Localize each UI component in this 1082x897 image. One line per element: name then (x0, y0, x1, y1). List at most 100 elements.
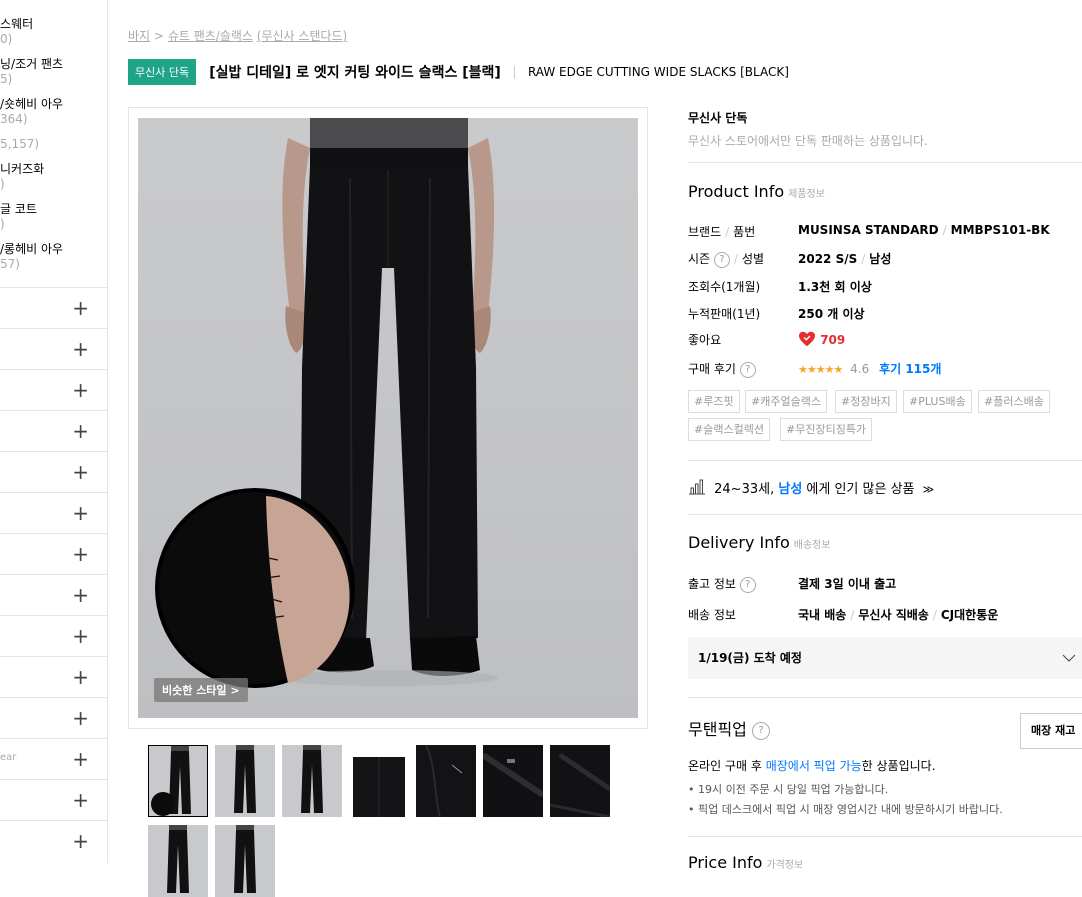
sidebar-category-label: 글 코트 (0, 202, 37, 216)
sidebar-category-unnamed[interactable]: 5,157) (0, 137, 39, 152)
sidebar-collapsed-row[interactable]: + (0, 369, 107, 410)
sidebar-category-sneakers[interactable]: 니커즈화 ) (0, 162, 44, 192)
breadcrumb-link-pants[interactable]: 바지 (128, 29, 150, 43)
hashtag[interactable]: #무진장티징특가 (780, 418, 873, 441)
likes-count: 709 (820, 333, 846, 347)
sidebar-collapsed-row[interactable]: + (0, 287, 107, 328)
plus-icon[interactable]: + (72, 585, 89, 605)
arrival-estimate-dropdown[interactable]: 1/19(금) 도착 예정 (688, 637, 1082, 679)
hashtag[interactable]: #루즈핏 (688, 390, 740, 413)
help-icon[interactable]: ? (713, 251, 730, 268)
plus-icon[interactable]: + (72, 421, 89, 441)
likes-button[interactable]: 709 (798, 331, 845, 347)
breadcrumb-link-slacks[interactable]: 슈트 팬츠/슬랙스 (168, 29, 253, 43)
hashtag[interactable]: #캐주얼슬랙스 (745, 390, 827, 413)
product-info-header: Product Info 제품정보 (688, 182, 825, 201)
store-stock-button[interactable]: 매장 재고 (1020, 713, 1082, 749)
sidebar-collapsed-row[interactable]: + (0, 492, 107, 533)
sidebar-category-count: 5) (0, 72, 13, 86)
plus-icon[interactable]: + (72, 298, 89, 318)
thumbnail-9[interactable] (215, 825, 275, 897)
delivery-info-header: Delivery Info 배송정보 (688, 533, 831, 552)
plus-icon[interactable]: + (72, 667, 89, 687)
thumbnail-8[interactable] (148, 825, 208, 897)
plus-icon[interactable]: + (72, 749, 89, 769)
section-subtitle: 가격정보 (766, 860, 804, 871)
breadcrumb-separator: > (153, 29, 164, 43)
sidebar-category-long-outer[interactable]: /롱헤비 아우 57) (0, 242, 63, 272)
sidebar-collapsed-row[interactable]: ear + (0, 738, 107, 779)
sidebar-category-count: 5,157) (0, 137, 40, 151)
sidebar-collapsed-row[interactable]: + (0, 574, 107, 615)
exclusive-description: 무신사 스토어에서만 단독 판매하는 상품입니다. (688, 134, 928, 148)
divider (688, 460, 1082, 461)
plus-icon[interactable]: + (72, 831, 89, 851)
sidebar-collapsed-row[interactable]: + (0, 533, 107, 574)
sidebar-category-count: ) (0, 217, 5, 231)
sidebar-category-label: 스웨터 (0, 17, 34, 31)
sidebar-category-jogger[interactable]: 닝/조거 팬츠 5) (0, 57, 63, 87)
hashtag[interactable]: #플러스배송 (978, 390, 1050, 413)
help-icon[interactable]: ? (739, 361, 756, 378)
plus-icon[interactable]: + (72, 626, 89, 646)
sidebar-collapsed-row[interactable]: + (0, 410, 107, 451)
sidebar-collapsed-row[interactable]: + (0, 779, 107, 820)
delivery-method-2: 무신사 직배송 (858, 608, 929, 622)
plus-icon[interactable]: + (72, 380, 89, 400)
thumbnail-1[interactable] (148, 745, 208, 817)
hashtag[interactable]: #PLUS배송 (903, 390, 972, 413)
sidebar-category-short-outer[interactable]: /숏헤비 아우 364) (0, 97, 63, 127)
plus-icon[interactable]: + (72, 503, 89, 523)
sidebar-collapsed-row[interactable]: + (0, 615, 107, 656)
thumbnail-3[interactable] (282, 745, 342, 817)
section-subtitle: 배송정보 (793, 540, 831, 551)
similar-style-button[interactable]: 비슷한 스타일 > (154, 678, 248, 702)
sidebar-collapsed-row[interactable]: + (0, 656, 107, 697)
sidebar-collapsed-row[interactable]: + (0, 451, 107, 492)
views-value: 1.3천 회 이상 (798, 280, 872, 294)
hashtag[interactable]: #정장바지 (835, 390, 897, 413)
plus-icon[interactable]: + (72, 544, 89, 564)
product-title: [실밥 디테일] 로 엣지 커팅 와이드 슬랙스 [블랙] (209, 65, 501, 81)
pickup-header: 무탠픽업 ? (688, 716, 770, 740)
sidebar-collapsed-row[interactable]: + (0, 820, 107, 861)
sales-value: 250 개 이상 (798, 307, 865, 321)
sidebar-category-count: 364) (0, 112, 28, 126)
hashtag[interactable]: #슬랙스컬렉션 (688, 418, 770, 441)
review-count-link[interactable]: 후기 115개 (879, 362, 941, 376)
sidebar-category-count: ) (0, 177, 5, 191)
sidebar-collapsed-row[interactable]: + (0, 328, 107, 369)
heart-icon (799, 331, 815, 347)
brand-value[interactable]: MUSINSA STANDARD (798, 223, 939, 237)
sidebar-category-sweater[interactable]: 스웨터 0) (0, 17, 33, 47)
sidebar-collapsed-row[interactable]: + (0, 697, 107, 738)
thumbnail-5[interactable] (416, 745, 476, 817)
thumbnail-4[interactable] (349, 745, 409, 817)
product-main-image[interactable] (138, 118, 638, 718)
plus-icon[interactable]: + (72, 462, 89, 482)
category-sidebar: 스웨터 0) 닝/조거 팬츠 5) /숏헤비 아우 364) 5,157) 니커… (0, 0, 108, 863)
thumbnail-6[interactable] (483, 745, 543, 817)
sales-label: 누적판매(1년) (688, 307, 761, 321)
breadcrumb-link-brand[interactable]: (무신사 스탠다드) (257, 29, 347, 43)
thumbnail-2[interactable] (215, 745, 275, 817)
plus-icon[interactable]: + (72, 708, 89, 728)
breadcrumb: 바지 > 슈트 팬츠/슬랙스 (무신사 스탠다드) (128, 27, 347, 44)
delivery-method-label: 배송 정보 (688, 608, 736, 622)
plus-icon[interactable]: + (72, 790, 89, 810)
section-subtitle: 제품정보 (788, 189, 825, 200)
help-icon[interactable]: ? (739, 576, 756, 593)
shipping-label: 출고 정보 (688, 577, 736, 591)
delivery-method-3: CJ대한통운 (940, 608, 999, 622)
thumbnail-7[interactable] (550, 745, 610, 817)
plus-icon[interactable]: + (72, 339, 89, 359)
rating-value: 4.6 (850, 362, 870, 376)
pickup-bullet-text: 19시 이전 주문 시 당일 픽업 가능합니다. (698, 783, 889, 796)
help-icon[interactable]: ? (751, 721, 770, 740)
sidebar-category-coat[interactable]: 글 코트 ) (0, 202, 37, 232)
popular-toggle[interactable]: 24~33세, 남성 에게 인기 많은 상품 ≫ (688, 478, 934, 497)
gender-value: 남성 (869, 252, 892, 266)
views-label: 조회수(1개월) (688, 280, 761, 294)
sidebar-row-label: ear (0, 752, 17, 763)
rating-stars: ★★★★★ (798, 363, 843, 376)
